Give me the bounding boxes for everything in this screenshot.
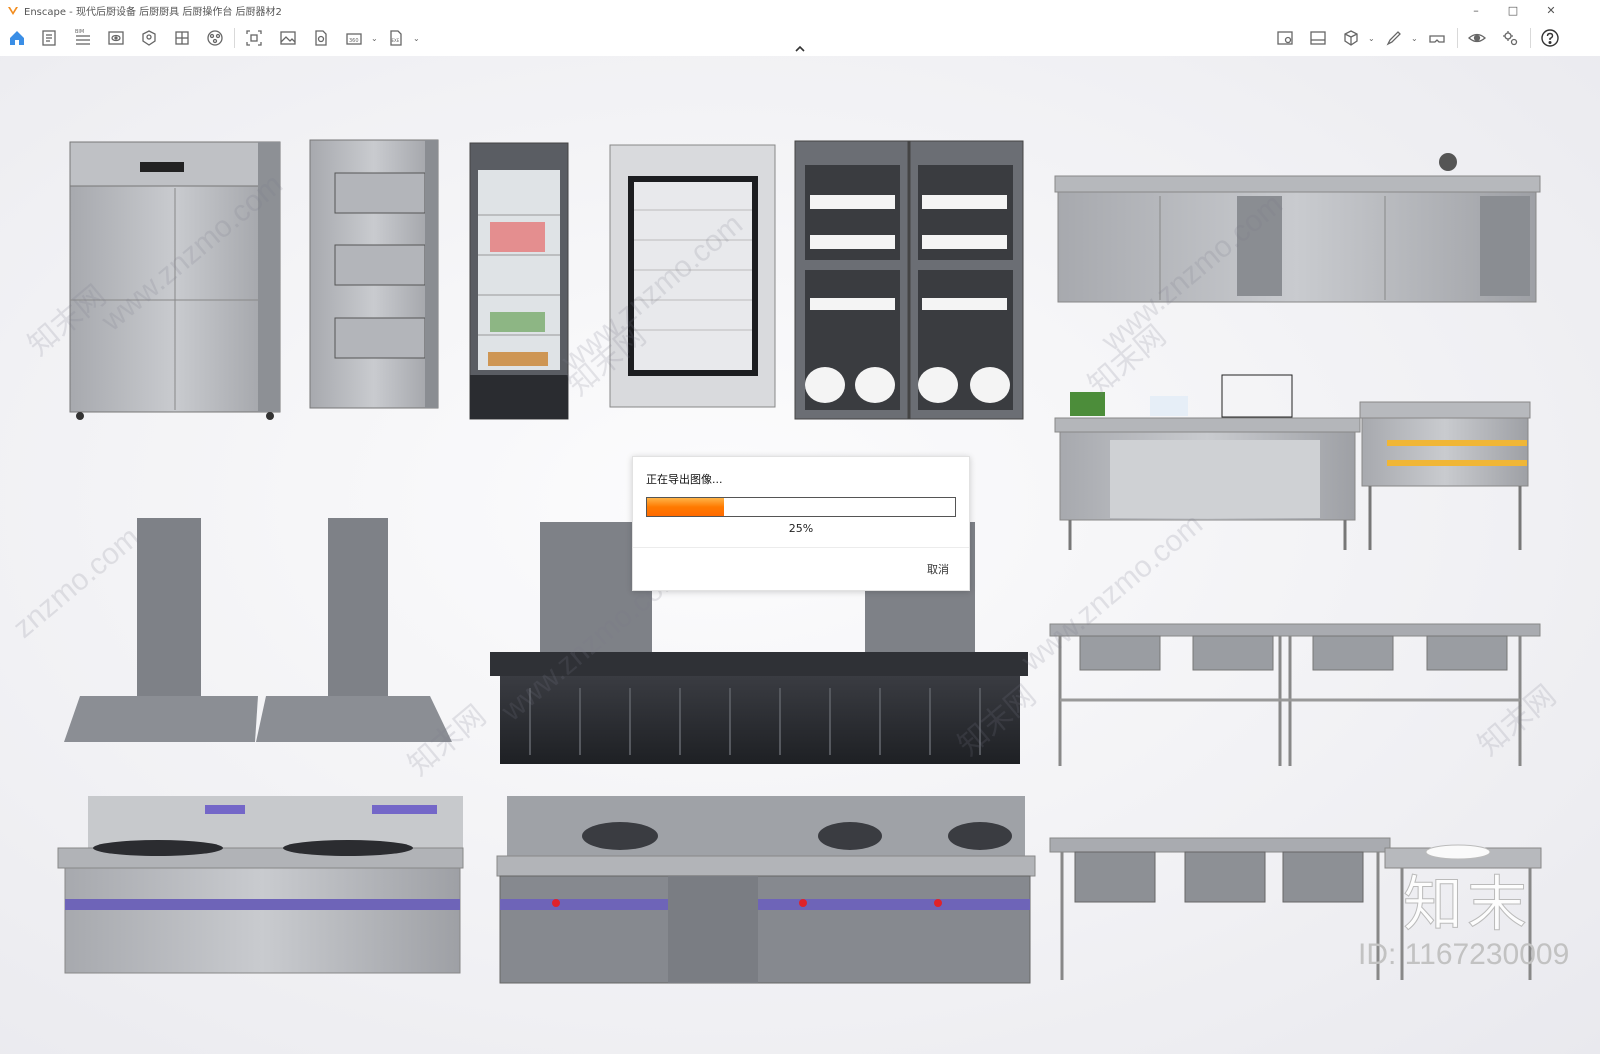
dialog-divider [633, 547, 969, 548]
material-editor-icon[interactable] [171, 27, 193, 49]
help-icon[interactable] [1539, 27, 1561, 49]
svg-text:360: 360 [349, 38, 359, 44]
visual-settings-icon[interactable] [105, 27, 127, 49]
chevron-down-icon[interactable]: ⌄ [1411, 34, 1418, 43]
eye-icon[interactable] [1466, 27, 1488, 49]
export-message: 正在导出图像... [646, 473, 723, 486]
settings-icon[interactable] [1499, 27, 1521, 49]
cube-icon[interactable] [1340, 27, 1362, 49]
chevron-down-icon[interactable]: ⌄ [1368, 34, 1375, 43]
pen-icon[interactable] [1383, 27, 1405, 49]
export-progress-dialog: 正在导出图像... 25% 取消 [632, 456, 970, 591]
dish-sterilizer-cabinet [794, 140, 1024, 420]
drawer-warmer-cabinet [309, 139, 439, 409]
toolbar-separator [234, 28, 235, 48]
image-gallery-icon[interactable] [1307, 27, 1329, 49]
refrigerated-workbench [1054, 153, 1541, 303]
progress-percent: 25% [788, 522, 814, 535]
prep-table-with-shelf [1054, 374, 1361, 550]
double-sink-tables [1049, 623, 1541, 766]
exe-export-icon[interactable]: EXE [385, 27, 407, 49]
glass-door-display-fridge [469, 142, 569, 420]
chevron-down-icon[interactable]: ⌄ [413, 34, 420, 43]
minimize-button[interactable]: – [1459, 0, 1493, 20]
home-icon[interactable] [6, 27, 28, 49]
maximize-button[interactable]: □ [1496, 0, 1530, 20]
view-management-icon[interactable] [1274, 27, 1296, 49]
export-icon[interactable] [310, 27, 332, 49]
vr-headset-icon[interactable] [1426, 27, 1448, 49]
brand-logo-watermark: 知末 [1403, 870, 1531, 941]
svg-text:BIM: BIM [75, 29, 84, 35]
panorama-icon[interactable]: 360 [343, 27, 365, 49]
notes-icon[interactable] [38, 27, 60, 49]
export-progress-bar [646, 497, 956, 517]
chevron-down-icon[interactable]: ⌄ [371, 34, 378, 43]
enscape-logo-icon [8, 7, 18, 15]
svg-text:EXE: EXE [392, 38, 400, 43]
toolbar-separator [1457, 28, 1458, 48]
gas-range-two-burner [57, 796, 464, 974]
bim-icon[interactable]: BIM [72, 27, 94, 49]
id-watermark: ID: 1167230009 [1358, 938, 1570, 971]
atmosphere-icon[interactable] [204, 27, 226, 49]
single-sink-station [1359, 401, 1531, 550]
title-bar: Enscape - 现代后厨设备 后厨厨具 后厨操作台 后厨器材2 [0, 0, 1600, 20]
cancel-button[interactable]: 取消 [927, 561, 949, 577]
render-image-icon[interactable] [277, 27, 299, 49]
wok-station-three-burner [496, 796, 1036, 984]
collapse-toolbar-icon[interactable] [793, 42, 807, 56]
screenshot-icon[interactable] [243, 27, 265, 49]
window-title: Enscape - 现代后厨设备 后厨厨具 后厨操作台 后厨器材2 [24, 6, 282, 18]
asset-library-icon[interactable] [138, 27, 160, 49]
toolbar-separator [1530, 28, 1531, 48]
progress-fill [647, 498, 724, 516]
close-button[interactable]: ✕ [1534, 0, 1568, 20]
